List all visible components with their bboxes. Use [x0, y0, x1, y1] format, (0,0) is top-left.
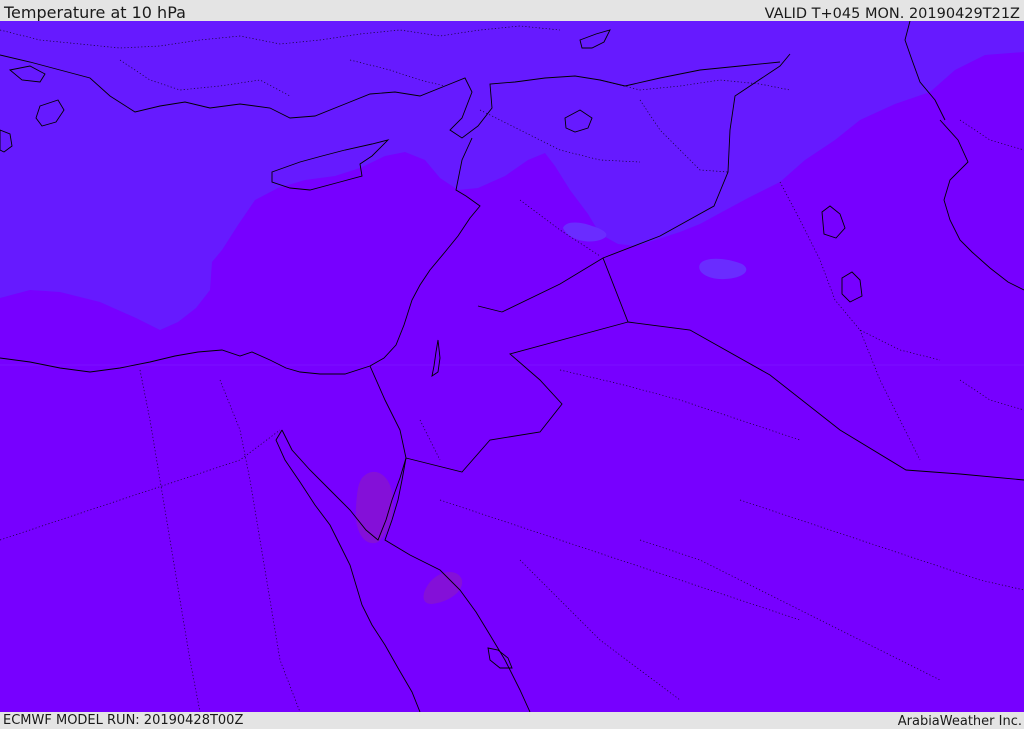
- map-title: Temperature at 10 hPa: [4, 3, 186, 22]
- temperature-map: [0, 21, 1024, 712]
- valid-time-label: VALID T+045 MON. 20190429T21Z: [764, 6, 1020, 22]
- header-bar: Temperature at 10 hPa VALID T+045 MON. 2…: [0, 0, 1024, 22]
- footer-bar: ECMWF MODEL RUN: 20190428T00Z ArabiaWeat…: [0, 712, 1024, 729]
- credit-label: ArabiaWeather Inc.: [897, 714, 1022, 729]
- map-figure: Temperature at 10 hPa VALID T+045 MON. 2…: [0, 0, 1024, 729]
- model-run-label: ECMWF MODEL RUN: 20190428T00Z: [3, 713, 244, 728]
